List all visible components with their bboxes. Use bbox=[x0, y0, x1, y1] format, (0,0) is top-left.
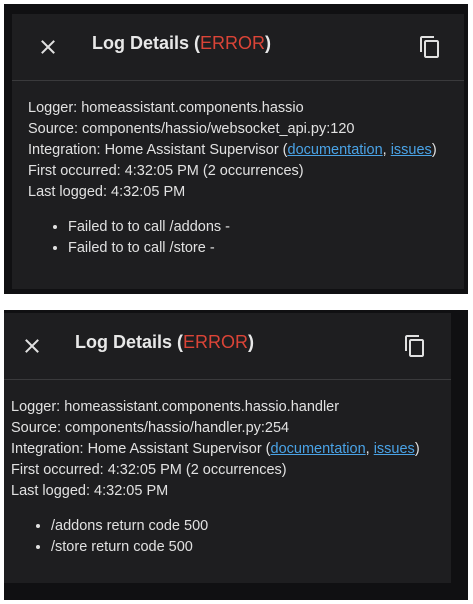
error-level: ERROR bbox=[183, 332, 249, 352]
source-value: components/hassio/websocket_api.py:120 bbox=[82, 121, 355, 137]
title-prefix: Log Details ( bbox=[75, 332, 184, 352]
copy-button[interactable] bbox=[418, 35, 442, 59]
first-occurred-row: First occurred: 4:32:05 PM (2 occurrence… bbox=[28, 161, 456, 182]
log-details-dialog-2: Log Details (ERROR) Logger: homeassistan… bbox=[4, 313, 451, 583]
last-logged-value: 4:32:05 PM bbox=[94, 483, 169, 499]
dialog-body: Logger: homeassistant.components.hassio … bbox=[28, 98, 456, 259]
source-row: Source: components/hassio/websocket_api.… bbox=[28, 119, 456, 140]
documentation-link[interactable]: documentation bbox=[271, 441, 366, 457]
source-value: components/hassio/handler.py:254 bbox=[65, 420, 290, 436]
list-item: /store return code 500 bbox=[51, 537, 443, 558]
first-occurred-row: First occurred: 4:32:05 PM (2 occurrence… bbox=[11, 460, 443, 481]
last-logged-value: 4:32:05 PM bbox=[111, 184, 186, 200]
integration-label: Integration: bbox=[28, 142, 105, 158]
close-icon bbox=[20, 334, 44, 358]
integration-row: Integration: Home Assistant Supervisor (… bbox=[11, 441, 420, 457]
log-details-dialog-1: Log Details (ERROR) Logger: homeassistan… bbox=[12, 14, 464, 289]
first-occurred-value: 4:32:05 PM (2 occurrences) bbox=[107, 462, 287, 478]
last-logged-row: Last logged: 4:32:05 PM bbox=[28, 182, 456, 203]
logger-value: homeassistant.components.hassio bbox=[81, 100, 304, 116]
integration-label: Integration: bbox=[11, 441, 88, 457]
dialog-header: Log Details (ERROR) bbox=[4, 313, 451, 380]
title-suffix: ) bbox=[265, 33, 272, 53]
list-item: Failed to to call /addons - bbox=[68, 217, 456, 238]
logger-row: Logger: homeassistant.components.hassio bbox=[28, 98, 456, 119]
logger-label: Logger: bbox=[28, 100, 82, 116]
dialog-title: Log Details (ERROR) bbox=[75, 332, 254, 353]
first-occurred-label: First occurred: bbox=[11, 462, 108, 478]
integration-value: Home Assistant Supervisor bbox=[87, 441, 262, 457]
close-button[interactable] bbox=[36, 35, 60, 59]
list-item: Failed to to call /store - bbox=[68, 238, 456, 259]
documentation-link[interactable]: documentation bbox=[288, 142, 383, 158]
source-label: Source: bbox=[28, 121, 82, 137]
copy-icon bbox=[403, 334, 427, 358]
dialog-header: Log Details (ERROR) bbox=[12, 14, 464, 81]
source-row: Source: components/hassio/handler.py:254 bbox=[11, 418, 443, 439]
copy-button[interactable] bbox=[403, 334, 427, 358]
logger-value: homeassistant.components.hassio.handler bbox=[64, 399, 340, 415]
message-list: /addons return code 500 /store return co… bbox=[11, 516, 443, 558]
last-logged-label: Last logged: bbox=[28, 184, 112, 200]
first-occurred-label: First occurred: bbox=[28, 163, 125, 179]
close-button[interactable] bbox=[20, 334, 44, 358]
source-label: Source: bbox=[11, 420, 65, 436]
logger-row: Logger: homeassistant.components.hassio.… bbox=[11, 397, 443, 418]
error-level: ERROR bbox=[200, 33, 266, 53]
last-logged-label: Last logged: bbox=[11, 483, 95, 499]
title-prefix: Log Details ( bbox=[92, 33, 201, 53]
first-occurred-value: 4:32:05 PM (2 occurrences) bbox=[124, 163, 304, 179]
title-suffix: ) bbox=[248, 332, 255, 352]
last-logged-row: Last logged: 4:32:05 PM bbox=[11, 481, 443, 502]
dialog-title: Log Details (ERROR) bbox=[92, 33, 271, 54]
dialog-body: Logger: homeassistant.components.hassio.… bbox=[11, 397, 443, 558]
message-list: Failed to to call /addons - Failed to to… bbox=[28, 217, 456, 259]
copy-icon bbox=[418, 35, 442, 59]
issues-link[interactable]: issues bbox=[391, 142, 432, 158]
integration-value: Home Assistant Supervisor bbox=[104, 142, 279, 158]
logger-label: Logger: bbox=[11, 399, 65, 415]
close-icon bbox=[36, 35, 60, 59]
list-item: /addons return code 500 bbox=[51, 516, 443, 537]
integration-row: Integration: Home Assistant Supervisor (… bbox=[28, 142, 437, 158]
issues-link[interactable]: issues bbox=[374, 441, 415, 457]
